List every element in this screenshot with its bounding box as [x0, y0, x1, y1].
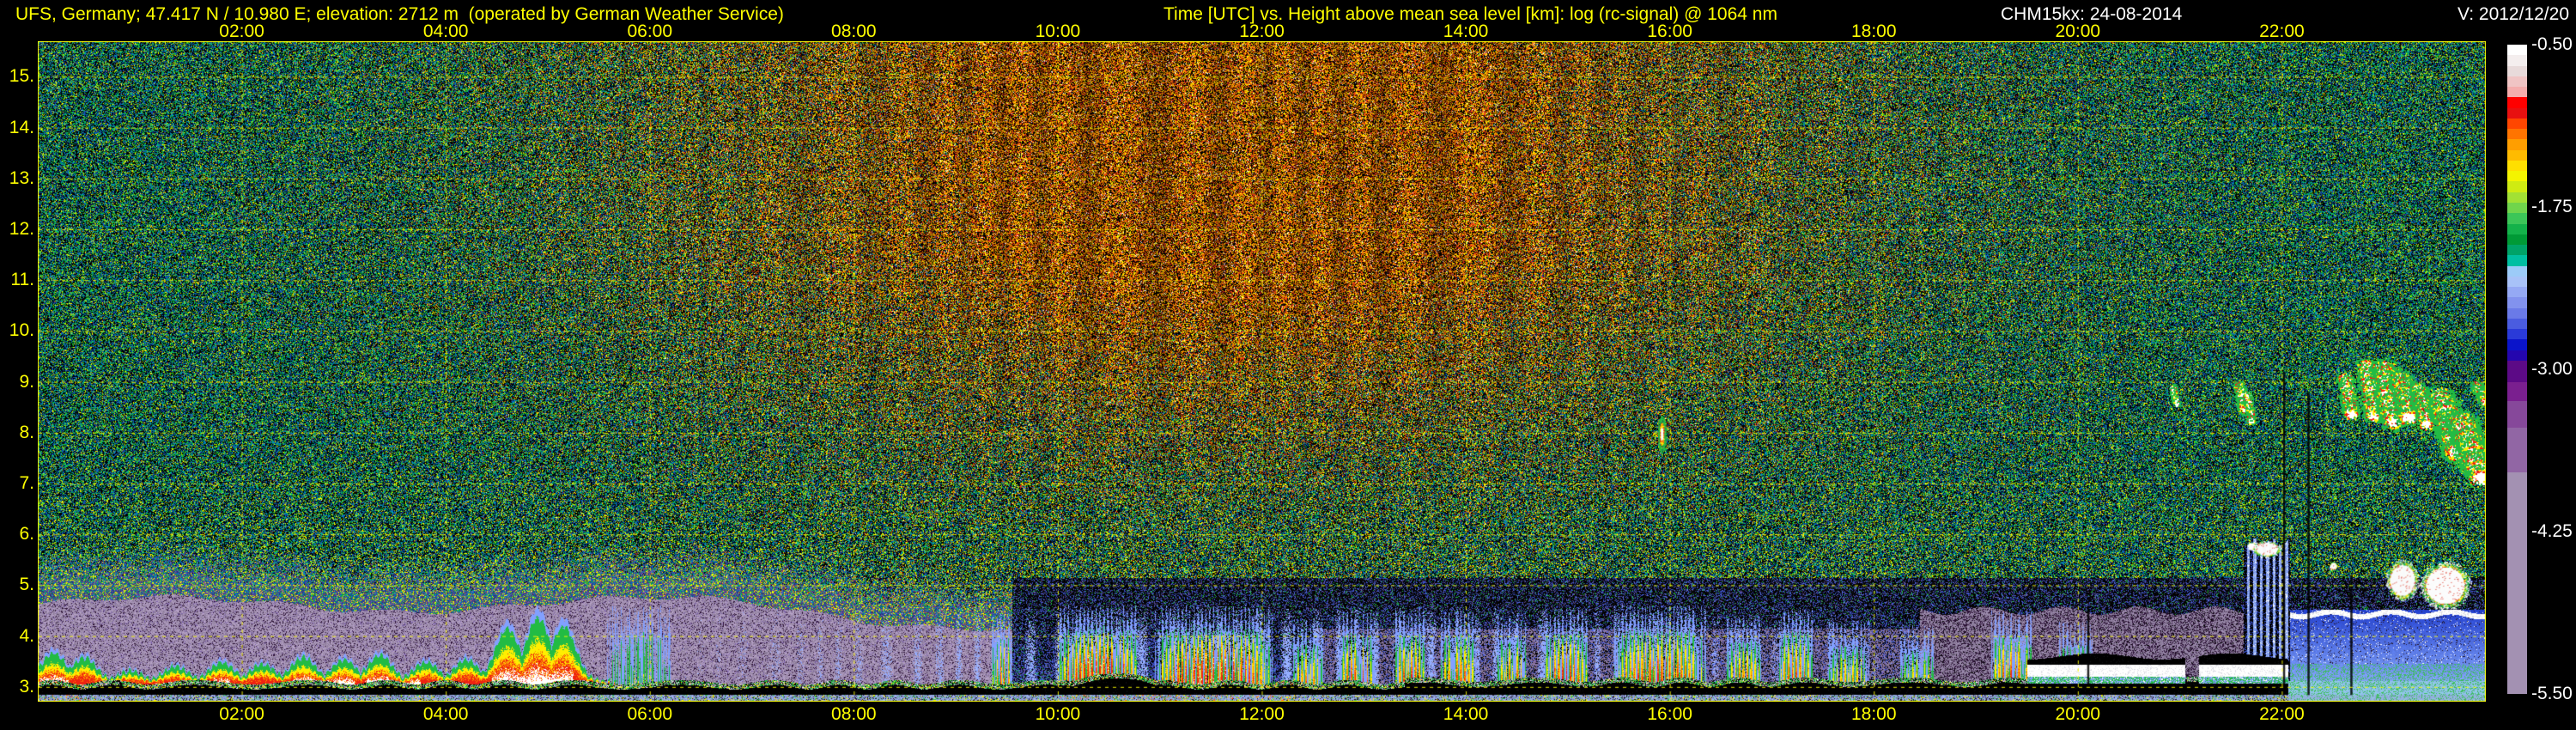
- colorbar-block: [2507, 45, 2527, 56]
- version-label: V: 2012/12/20: [2458, 4, 2569, 24]
- colorbar-block: [2507, 97, 2527, 108]
- x-tick-label-bottom: 10:00: [1035, 704, 1081, 724]
- x-tick-label-top: 06:00: [627, 21, 673, 41]
- x-tick-label-top: 22:00: [2259, 21, 2305, 41]
- colorbar-tick-label: -5.50: [2531, 684, 2573, 703]
- x-tick-label-top: 10:00: [1035, 21, 1081, 41]
- colorbar-block: [2507, 223, 2527, 234]
- y-tick-label: 11.: [10, 270, 34, 290]
- x-tick-label-bottom: 20:00: [2055, 704, 2101, 724]
- colorbar-block: [2507, 181, 2527, 192]
- x-tick-label-top: 12:00: [1239, 21, 1285, 41]
- colorbar-block: [2507, 192, 2527, 203]
- colorbar-block: [2507, 160, 2527, 172]
- y-tick-label: 12.: [9, 219, 34, 240]
- y-tick-label: 6.: [19, 524, 34, 544]
- colorbar-block: [2507, 245, 2527, 256]
- colorbar-block: [2507, 427, 2527, 472]
- y-tick-label: 8.: [19, 422, 34, 442]
- x-tick-label-bottom: 14:00: [1443, 704, 1489, 724]
- y-tick-label: 10.: [9, 320, 34, 341]
- colorbar-tick-label: -4.25: [2531, 521, 2573, 541]
- colorbar-block: [2507, 318, 2527, 330]
- colorbar-block: [2507, 255, 2527, 266]
- colorbar-block: [2507, 202, 2527, 214]
- y-tick-label: 13.: [9, 167, 34, 188]
- colorbar-block: [2507, 350, 2527, 361]
- y-tick-label: 3.: [19, 676, 34, 697]
- y-tick-label: 15.: [9, 66, 34, 87]
- x-tick-label-top: 08:00: [831, 21, 877, 41]
- colorbar-block: [2507, 118, 2527, 130]
- colorbar-block: [2507, 381, 2527, 401]
- x-tick-label-top: 04:00: [422, 21, 469, 41]
- colorbar-block: [2507, 234, 2527, 246]
- colorbar-block: [2507, 339, 2527, 350]
- colorbar-block: [2507, 139, 2527, 150]
- colorbar-block: [2507, 307, 2527, 319]
- x-tick-label-top: 14:00: [1443, 21, 1489, 41]
- x-tick-label-bottom: 16:00: [1647, 704, 1692, 724]
- x-tick-label-top: 20:00: [2055, 21, 2101, 41]
- x-tick-label-bottom: 18:00: [1850, 704, 1897, 724]
- x-tick-label-top: 02:00: [219, 21, 264, 41]
- colorbar-tick-label: -1.75: [2531, 197, 2573, 216]
- y-tick-label: 9.: [19, 371, 34, 392]
- x-tick-label-bottom: 08:00: [831, 704, 877, 724]
- colorbar-block: [2507, 471, 2527, 694]
- colorbar-block: [2507, 360, 2527, 382]
- x-tick-label-bottom: 02:00: [219, 704, 264, 724]
- colorbar: [2507, 45, 2527, 694]
- colorbar-block: [2507, 87, 2527, 98]
- y-tick-label: 14.: [9, 117, 34, 137]
- colorbar-block: [2507, 129, 2527, 140]
- colorbar-block: [2507, 149, 2527, 161]
- colorbar-block: [2507, 107, 2527, 119]
- x-tick-label-bottom: 22:00: [2259, 704, 2305, 724]
- x-tick-label-top: 18:00: [1850, 21, 1897, 41]
- colorbar-block: [2507, 329, 2527, 340]
- colorbar-block: [2507, 276, 2527, 288]
- colorbar-block: [2507, 400, 2527, 428]
- colorbar-block: [2507, 213, 2527, 224]
- ceilometer-quicklook: UFS, Germany; 47.417 N / 10.980 E; eleva…: [0, 0, 2576, 730]
- heatmap-canvas: [38, 41, 2486, 702]
- colorbar-block: [2507, 287, 2527, 298]
- colorbar-block: [2507, 265, 2527, 277]
- colorbar-block: [2507, 55, 2527, 66]
- y-tick-label: 4.: [19, 625, 34, 646]
- colorbar-tick-label: -0.50: [2531, 34, 2573, 54]
- colorbar-tick-label: -3.00: [2531, 359, 2573, 379]
- x-tick-label-bottom: 12:00: [1239, 704, 1285, 724]
- colorbar-block: [2507, 171, 2527, 182]
- x-tick-label-bottom: 04:00: [422, 704, 469, 724]
- x-tick-label-bottom: 06:00: [627, 704, 673, 724]
- colorbar-block: [2507, 65, 2527, 76]
- y-tick-label: 7.: [19, 473, 34, 494]
- colorbar-block: [2507, 76, 2527, 88]
- y-tick-label: 5.: [19, 575, 34, 595]
- colorbar-block: [2507, 297, 2527, 308]
- x-tick-label-top: 16:00: [1647, 21, 1692, 41]
